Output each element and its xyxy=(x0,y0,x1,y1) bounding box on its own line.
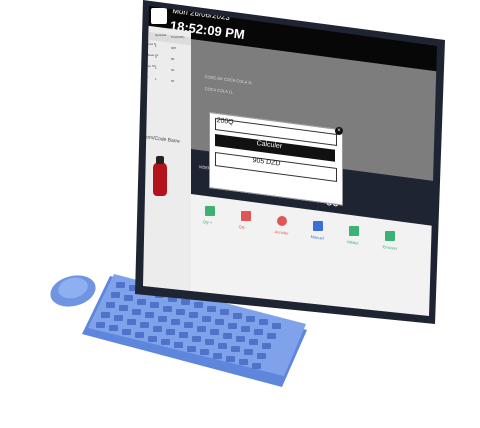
key xyxy=(192,335,201,342)
close-icon[interactable]: × xyxy=(335,127,343,135)
key xyxy=(111,292,120,298)
key xyxy=(231,346,240,352)
key xyxy=(161,339,170,345)
action-icon-0 xyxy=(205,206,215,216)
action-icon-2 xyxy=(277,216,287,226)
key xyxy=(244,349,253,356)
key xyxy=(109,325,118,332)
key xyxy=(241,326,250,332)
key xyxy=(153,325,162,332)
key xyxy=(119,305,128,312)
table-cell: 905 xyxy=(171,46,177,50)
key xyxy=(187,345,196,352)
key xyxy=(257,352,266,359)
action-button-qty[interactable]: Qty + xyxy=(202,219,212,225)
key xyxy=(200,349,209,356)
table-cell: 80 xyxy=(171,57,175,61)
key xyxy=(101,312,110,318)
action-icon-4 xyxy=(349,226,359,236)
key xyxy=(122,328,131,335)
key xyxy=(116,282,125,288)
column-header: Quantite xyxy=(155,33,167,37)
key xyxy=(148,335,157,342)
table-cell: 60 xyxy=(171,68,175,72)
action-icon-5 xyxy=(385,231,395,241)
key xyxy=(197,325,206,332)
key xyxy=(218,342,227,349)
action-button-qty[interactable]: Qty - xyxy=(238,224,247,230)
key xyxy=(174,342,183,349)
table-cell: 1 xyxy=(155,66,157,70)
action-icon-1 xyxy=(241,211,251,221)
key xyxy=(96,322,105,328)
table-cell: 1 xyxy=(155,44,157,48)
monitor: Mon 26/06/2023 18:52:09 PM CaisseStockTr… xyxy=(135,0,445,324)
table-cell: 1 xyxy=(155,77,157,81)
key xyxy=(205,339,214,346)
key xyxy=(166,329,175,335)
key xyxy=(210,329,219,336)
scene: Mon 26/06/2023 18:52:09 PM CaisseStockTr… xyxy=(0,0,480,428)
product-cap xyxy=(156,156,164,164)
key xyxy=(124,295,133,302)
screen: Mon 26/06/2023 18:52:09 PM CaisseStockTr… xyxy=(143,6,437,316)
action-icon-3 xyxy=(313,221,323,231)
table-cell: 50 xyxy=(171,79,175,83)
product-image xyxy=(153,162,167,196)
key xyxy=(226,356,235,362)
app-logo xyxy=(151,8,167,24)
key xyxy=(223,332,232,339)
key xyxy=(236,336,245,342)
column-header: Prix(DZD) xyxy=(171,35,185,39)
key xyxy=(239,359,248,366)
key xyxy=(106,302,115,308)
key xyxy=(179,332,188,339)
key xyxy=(267,332,276,339)
key xyxy=(252,362,261,369)
key xyxy=(135,332,144,339)
key xyxy=(262,342,271,349)
key xyxy=(249,339,258,346)
table-cell: 0 xyxy=(155,55,157,59)
key xyxy=(254,329,263,336)
key xyxy=(114,315,123,322)
key xyxy=(213,352,222,359)
